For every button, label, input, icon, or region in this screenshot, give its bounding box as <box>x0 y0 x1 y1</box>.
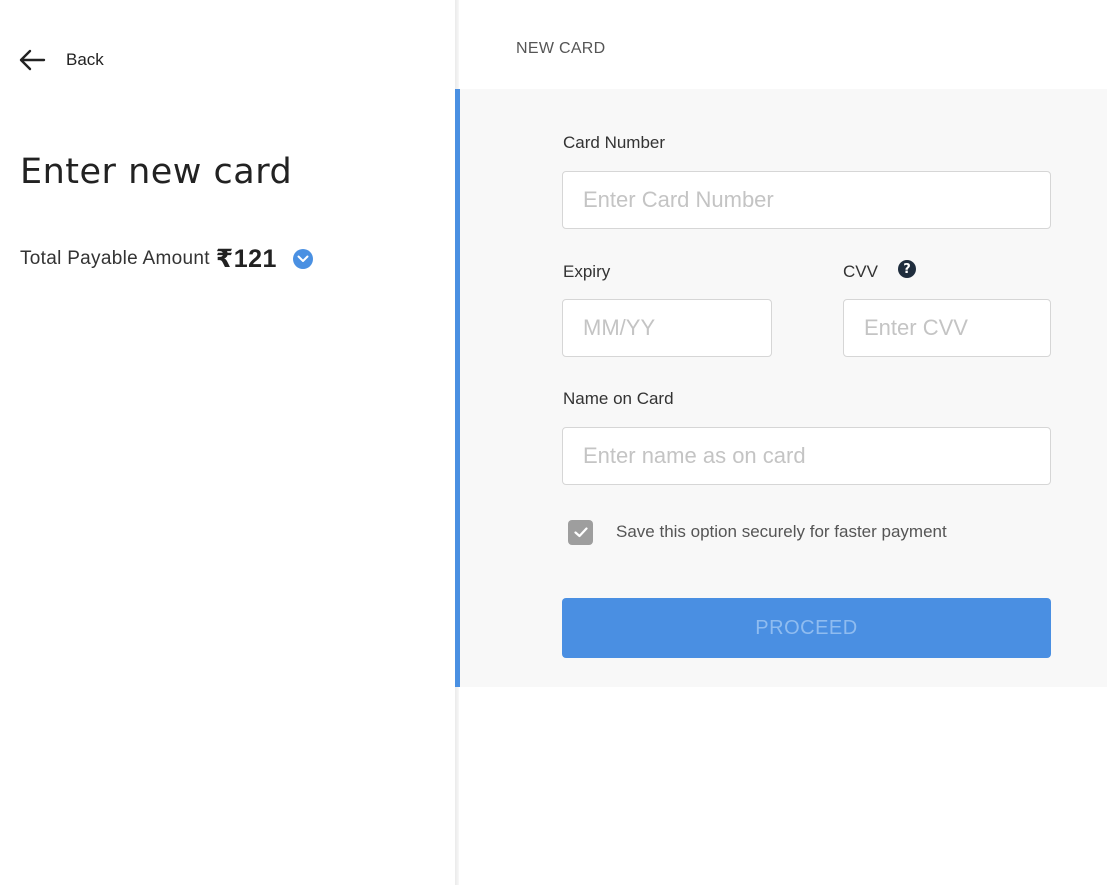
expiry-label: Expiry <box>563 262 611 281</box>
new-card-form: Card Number Expiry CVV ? Name on Card Sa… <box>455 89 1107 687</box>
expiry-input[interactable] <box>562 299 772 357</box>
card-number-input[interactable] <box>562 171 1051 229</box>
name-on-card-label: Name on Card <box>563 389 674 408</box>
card-number-label: Card Number <box>563 133 666 152</box>
order-summary-panel: Back Enter new card Total Payable Amount… <box>0 0 455 885</box>
section-header: NEW CARD <box>516 40 606 57</box>
amount-label: Total Payable Amount <box>20 248 210 269</box>
page-title: Enter new card <box>20 152 293 192</box>
cvv-label: CVV <box>843 262 878 281</box>
back-label: Back <box>66 50 104 69</box>
arrow-left-icon <box>18 48 46 72</box>
cvv-input[interactable] <box>843 299 1051 357</box>
save-option-checkbox[interactable] <box>568 520 593 545</box>
name-on-card-input[interactable] <box>562 427 1051 485</box>
amount-value: ₹121 <box>215 245 277 273</box>
chevron-down-circle-icon[interactable] <box>292 249 313 269</box>
total-payable-row: Total Payable Amount ₹121 <box>20 244 313 274</box>
back-button[interactable]: Back <box>18 48 104 72</box>
proceed-button[interactable]: PROCEED <box>562 598 1051 658</box>
question-circle-icon[interactable]: ? <box>898 260 916 278</box>
save-option-label[interactable]: Save this option securely for faster pay… <box>616 522 947 542</box>
checkmark-icon <box>573 527 588 538</box>
